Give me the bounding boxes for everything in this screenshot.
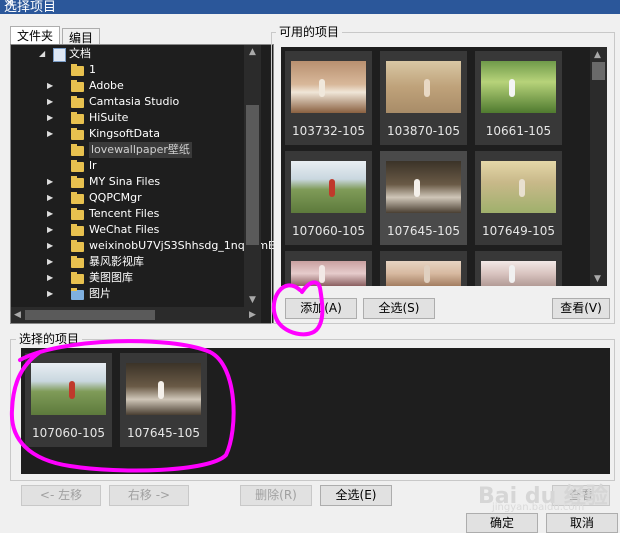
annotation-overlay: [9, 280, 325, 473]
annotation-circle-selected: [9, 339, 236, 473]
annotation-circle-add: [271, 280, 325, 337]
